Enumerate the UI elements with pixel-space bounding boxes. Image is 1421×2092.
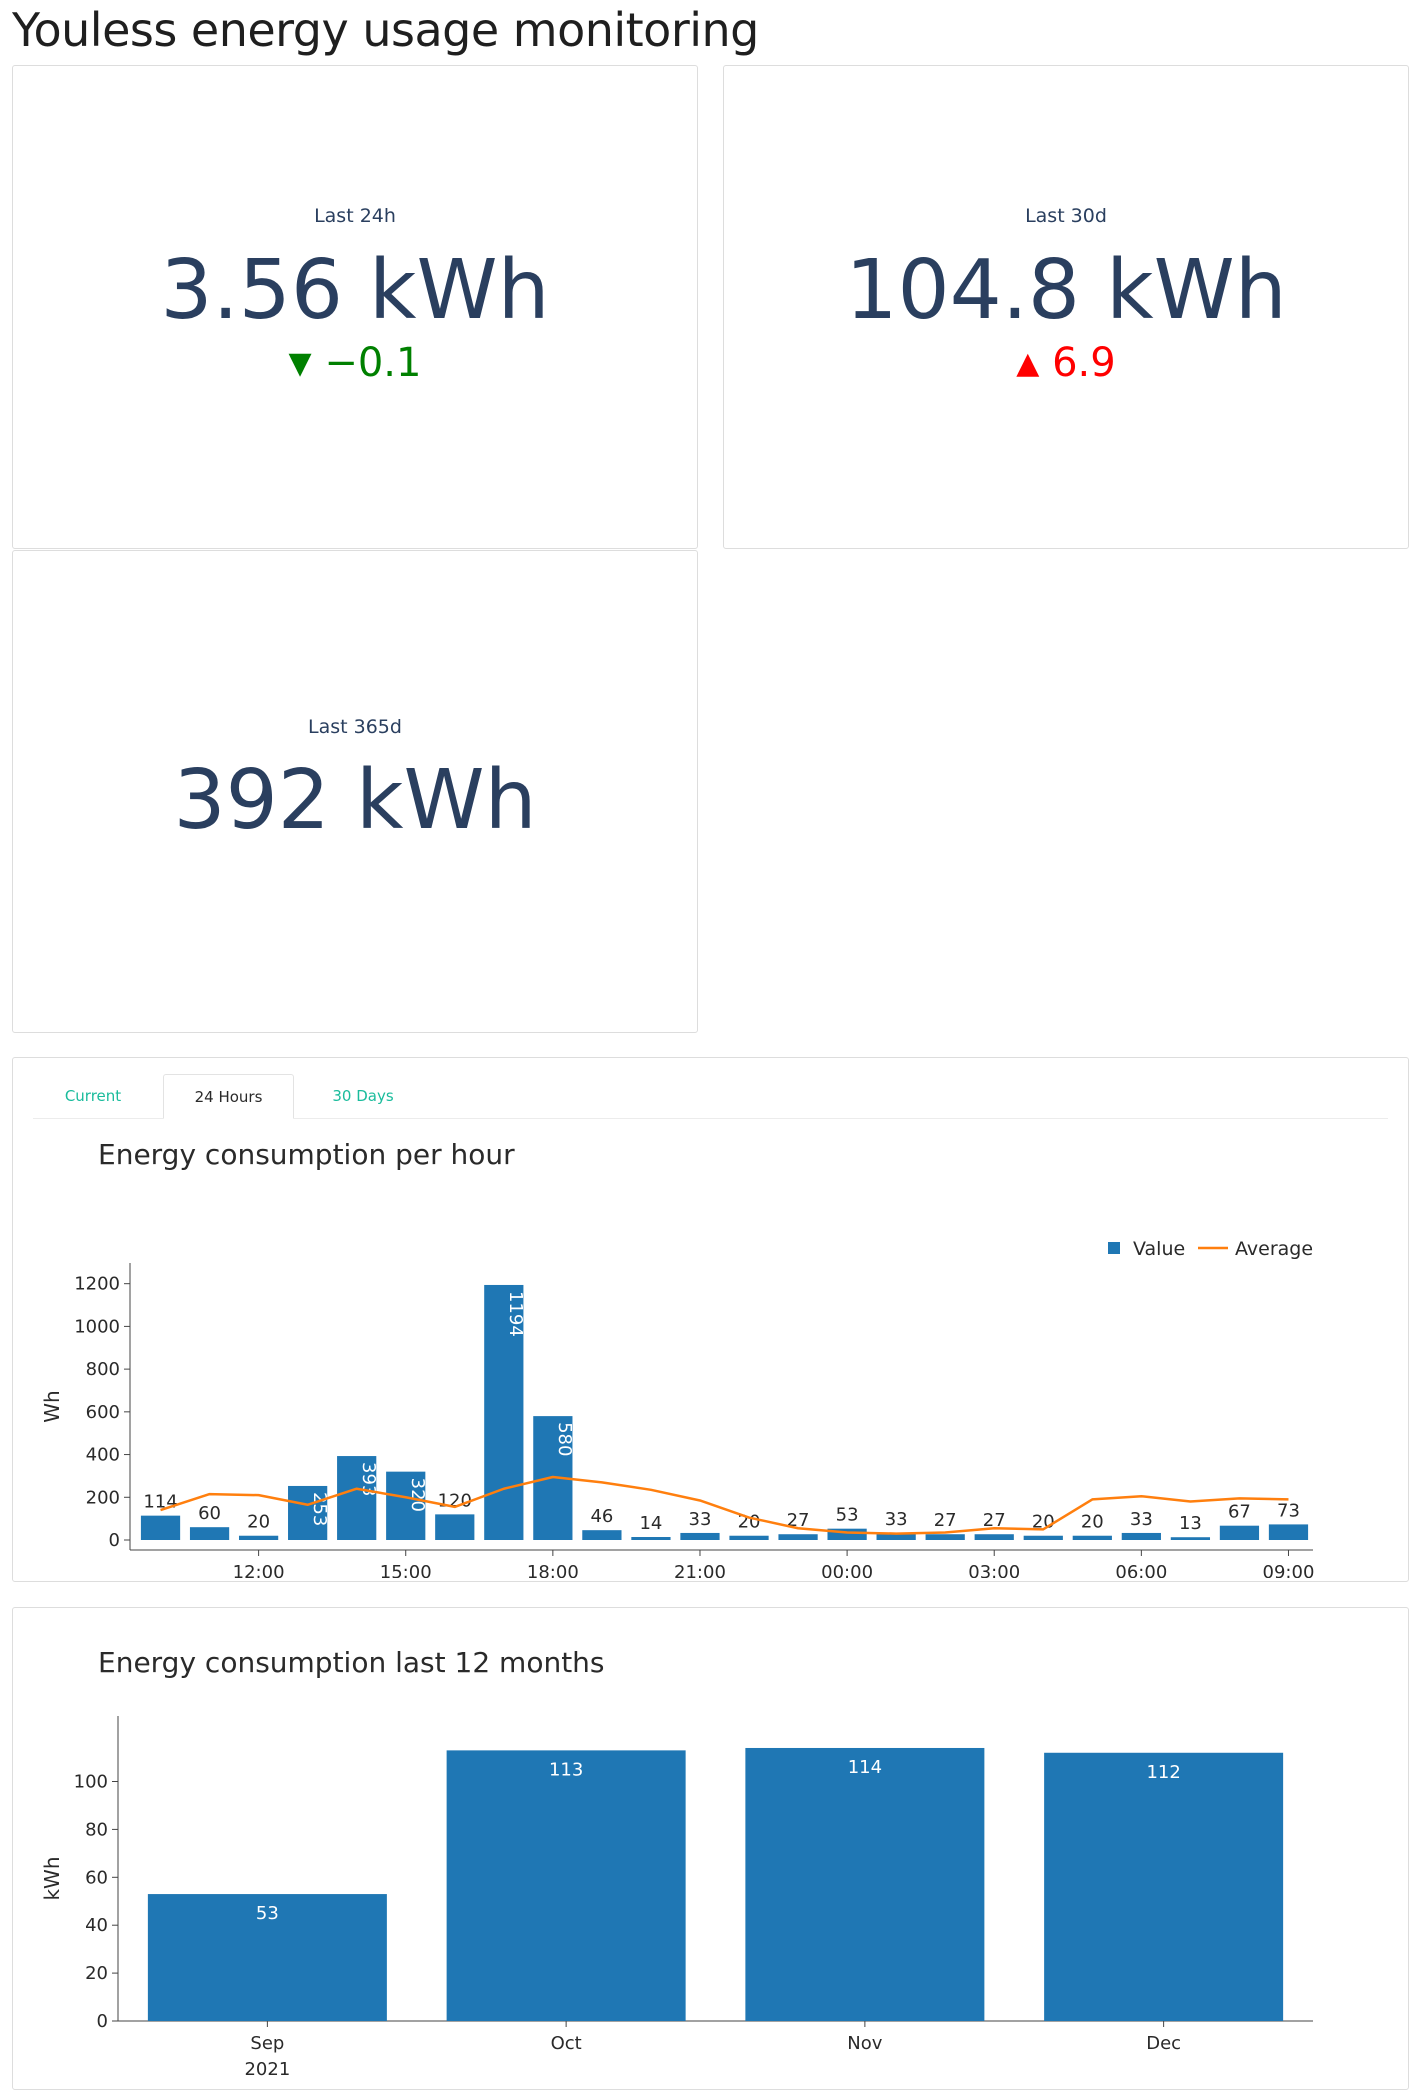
y-tick-label: 1200 (74, 1274, 120, 1295)
tab-24-hours[interactable]: 24 Hours (163, 1074, 294, 1119)
tab-30-days[interactable]: 30 Days (303, 1074, 423, 1118)
y-tick-label: 40 (85, 1915, 108, 1936)
data-label: 14 (639, 1513, 662, 1534)
x-tick-label: 15:00 (380, 1562, 432, 1578)
data-label: 113 (549, 1759, 583, 1780)
x-tick-label: 12:00 (233, 1562, 285, 1578)
monthly-chart-card: Energy consumption last 12 months 0 20 40 6… (12, 1607, 1409, 2090)
data-label: 580 (554, 1422, 575, 1456)
stat-label: Last 30d (1025, 205, 1107, 227)
data-label: 33 (1130, 1509, 1153, 1530)
bar (729, 1535, 769, 1540)
y-tick-label: 200 (86, 1487, 120, 1508)
bar (631, 1537, 671, 1540)
bar (925, 1534, 965, 1540)
data-label: 27 (934, 1510, 957, 1531)
data-label: 33 (885, 1509, 908, 1530)
data-label: 13 (1179, 1513, 1202, 1534)
y-tick-label: 100 (74, 1772, 108, 1793)
data-label: 253 (309, 1492, 330, 1526)
stat-card-24h: Last 24h 3.56 kWh ▼ −0.1 (12, 65, 698, 549)
x-tick-year-label: 2021 (244, 2059, 290, 2080)
bar (778, 1534, 818, 1540)
data-label: 53 (836, 1505, 859, 1526)
bar (680, 1532, 720, 1540)
data-label: 1194 (505, 1291, 526, 1337)
bar (238, 1535, 279, 1540)
bar (1023, 1535, 1063, 1540)
stat-card-365d: Last 365d 392 kWh (12, 550, 698, 1033)
data-label: 67 (1228, 1502, 1251, 1523)
bar (1219, 1525, 1260, 1540)
hourly-chart: 020040060080010001200Wh11460 20 253393 320 1… (40, 1238, 1315, 1578)
data-label: 112 (1146, 1762, 1180, 1783)
y-axis-label: Wh (40, 1390, 64, 1422)
delta-value: 6.9 (1052, 340, 1116, 386)
delta-down-icon: ▼ (288, 346, 312, 381)
x-tick-label: Oct (551, 2033, 582, 2054)
x-tick-label: 18:00 (527, 1562, 579, 1578)
chart-legend: Value Average (1108, 1238, 1313, 1260)
bar (1121, 1532, 1161, 1540)
bar (745, 1747, 985, 2021)
y-tick-label: 600 (86, 1402, 120, 1423)
stat-value: 392 kWh (173, 753, 537, 848)
stat-value: 3.56 kWh (160, 243, 550, 338)
data-label: 20 (1081, 1512, 1104, 1533)
bar (189, 1527, 230, 1540)
x-tick-label: 09:00 (1263, 1562, 1315, 1578)
delta-value: −0.1 (324, 340, 422, 386)
y-tick-label: 80 (85, 1819, 108, 1840)
legend-value-label: Value (1133, 1238, 1185, 1260)
data-label: 33 (689, 1509, 712, 1530)
data-label: 60 (198, 1503, 221, 1524)
stat-value: 104.8 kWh (845, 243, 1287, 338)
bar (446, 1750, 686, 2021)
y-tick-label: 400 (86, 1445, 120, 1466)
bar (582, 1530, 622, 1540)
stat-card-30d: Last 30d 104.8 kWh ▲ 6.9 (723, 65, 1409, 549)
stat-label: Last 24h (314, 205, 396, 227)
x-tick-label: Nov (847, 2033, 882, 2054)
y-tick-label: 0 (97, 2011, 108, 2032)
x-tick-label: 03:00 (968, 1562, 1020, 1578)
y-tick-label: 60 (85, 1867, 108, 1888)
tab-bar: Current 24 Hours 30 Days (33, 1074, 1388, 1119)
bar (1072, 1535, 1112, 1540)
delta-up-icon: ▲ (1016, 346, 1040, 381)
y-tick-label: 1000 (74, 1316, 120, 1337)
stat-label: Last 365d (308, 716, 402, 738)
data-label: 20 (247, 1512, 270, 1533)
stat-delta: ▼ −0.1 (13, 343, 697, 383)
x-tick-label: 06:00 (1115, 1562, 1167, 1578)
legend-average-label: Average (1235, 1238, 1313, 1260)
bar (435, 1514, 475, 1540)
x-tick-label: Sep (250, 2033, 284, 2054)
data-label: 53 (256, 1903, 279, 1924)
hourly-chart-card: Current 24 Hours 30 Days Energy consumpt… (12, 1057, 1409, 1582)
page-title: Youless energy usage monitoring (12, 3, 759, 57)
x-tick-label: Dec (1146, 2033, 1181, 2054)
monthly-chart: 0 20 40 60 80 100 kWh 53 Sep 2021 113 Oct 114 Nov 112 D… (40, 1716, 1313, 2080)
stat-delta: ▲ 6.9 (724, 343, 1408, 383)
x-tick-label: 21:00 (674, 1562, 726, 1578)
x-tick-label: 00:00 (821, 1562, 873, 1578)
bar (974, 1534, 1014, 1540)
bar (1044, 1752, 1284, 2021)
data-label: 73 (1277, 1500, 1300, 1521)
y-tick-label: 20 (85, 1963, 108, 1984)
data-label: 320 (407, 1478, 428, 1512)
y-tick-label: 800 (86, 1359, 120, 1380)
data-label: 120 (438, 1490, 472, 1511)
y-axis-label: kWh (40, 1856, 64, 1900)
bar (140, 1515, 181, 1540)
data-label: 46 (590, 1506, 613, 1527)
bar (1170, 1537, 1211, 1540)
data-label: 114 (848, 1757, 882, 1778)
legend-value-swatch (1108, 1242, 1120, 1254)
tab-current[interactable]: Current (33, 1074, 153, 1118)
bar (1268, 1524, 1309, 1540)
y-tick-label: 0 (109, 1530, 120, 1551)
